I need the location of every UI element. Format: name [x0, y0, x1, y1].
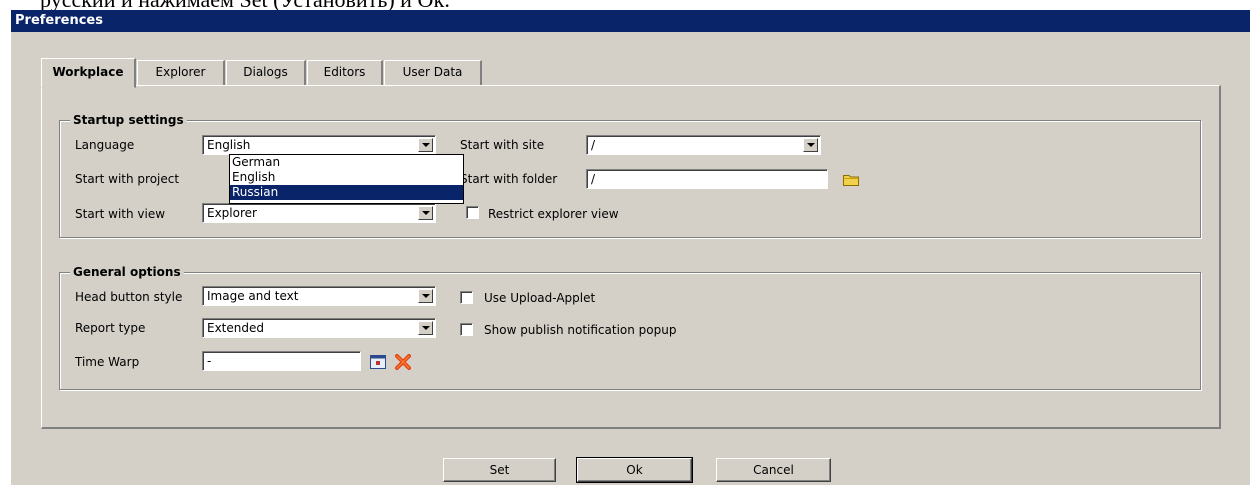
publish-popup-checkbox[interactable]	[460, 323, 473, 336]
workplace-panel: Startup settings Language English Start …	[41, 85, 1221, 429]
language-select[interactable]: English	[202, 135, 436, 155]
start-with-folder-label: Start with folder	[460, 172, 558, 186]
startup-settings-legend: Startup settings	[70, 112, 187, 128]
start-with-folder-value: /	[591, 172, 596, 186]
language-option-german[interactable]: German	[230, 155, 463, 170]
start-with-site-value: /	[591, 138, 596, 152]
start-with-folder-input[interactable]: /	[586, 169, 828, 189]
start-with-project-label: Start with project	[75, 172, 180, 186]
dialog-title: Preferences	[11, 10, 1250, 32]
cancel-button[interactable]: Cancel	[716, 458, 831, 482]
set-button[interactable]: Set	[443, 458, 556, 482]
time-warp-label: Time Warp	[75, 355, 140, 369]
clear-icon[interactable]	[394, 353, 412, 371]
calendar-icon[interactable]	[370, 355, 386, 369]
language-select-value: English	[207, 138, 251, 152]
start-with-view-select[interactable]: Explorer	[202, 203, 436, 223]
tab-dialogs[interactable]: Dialogs	[226, 60, 306, 87]
general-options-group: General options Head button style Image …	[59, 264, 1201, 390]
language-dropdown-list[interactable]: German English Russian	[229, 154, 464, 204]
head-button-style-label: Head button style	[75, 290, 183, 304]
general-options-legend: General options	[70, 264, 184, 280]
time-warp-input[interactable]: -	[202, 351, 361, 371]
ok-button[interactable]: Ok	[576, 457, 693, 483]
upload-applet-checkbox[interactable]	[460, 291, 473, 304]
time-warp-value: -	[207, 354, 212, 368]
start-with-site-select[interactable]: /	[586, 135, 821, 155]
chevron-down-icon[interactable]	[418, 289, 433, 303]
head-button-style-select[interactable]: Image and text	[202, 286, 436, 306]
upload-applet-label: Use Upload-Applet	[484, 291, 596, 305]
language-label: Language	[75, 138, 135, 152]
tab-workplace[interactable]: Workplace	[41, 58, 136, 88]
tab-user-data[interactable]: User Data	[384, 60, 482, 87]
tab-explorer[interactable]: Explorer	[137, 60, 225, 87]
chevron-down-icon[interactable]	[418, 138, 433, 152]
restrict-explorer-checkbox[interactable]	[466, 206, 479, 219]
head-button-style-value: Image and text	[207, 289, 299, 303]
start-with-view-label: Start with view	[75, 207, 166, 221]
language-option-russian[interactable]: Russian	[230, 185, 463, 200]
publish-popup-label: Show publish notification popup	[484, 323, 677, 337]
start-with-site-label: Start with site	[460, 138, 545, 152]
tab-editors[interactable]: Editors	[307, 60, 383, 87]
start-with-view-value: Explorer	[207, 206, 257, 220]
chevron-down-icon[interactable]	[418, 321, 433, 335]
report-type-value: Extended	[207, 321, 264, 335]
folder-icon[interactable]	[843, 173, 859, 186]
report-type-label: Report type	[75, 321, 146, 335]
language-option-english[interactable]: English	[230, 170, 463, 185]
chevron-down-icon[interactable]	[803, 138, 818, 152]
chevron-down-icon[interactable]	[418, 206, 433, 220]
restrict-explorer-label: Restrict explorer view	[488, 207, 619, 221]
preferences-dialog: Preferences Workplace Explorer Dialogs E…	[11, 10, 1250, 485]
report-type-select[interactable]: Extended	[202, 318, 436, 338]
